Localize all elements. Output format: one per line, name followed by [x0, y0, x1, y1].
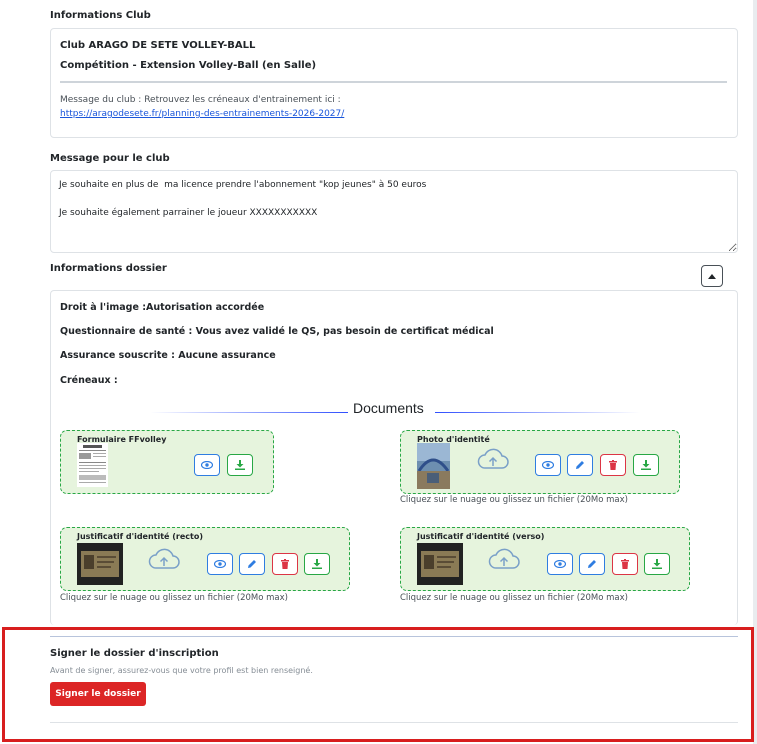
id-card-thumbnail-icon: [417, 543, 463, 585]
club-info-card: Club ARAGO DE SETE VOLLEY-BALL Compétiti…: [50, 28, 738, 138]
pencil-icon: [588, 560, 596, 568]
download-button[interactable]: [227, 454, 253, 476]
eye-icon: [542, 461, 554, 469]
form-thumbnail-icon: [77, 443, 108, 487]
view-button[interactable]: [194, 454, 220, 476]
edit-button[interactable]: [579, 553, 605, 575]
delete-button[interactable]: [272, 553, 298, 575]
club-planning-link[interactable]: https://aragodesete.fr/planning-des-entr…: [60, 109, 344, 119]
document-id-photo[interactable]: Photo d'identité: [400, 430, 680, 494]
documents-line-right: [435, 412, 640, 413]
club-name: Club ARAGO DE SETE VOLLEY-BALL: [60, 40, 256, 51]
trash-icon: [609, 460, 617, 470]
eye-icon: [201, 461, 213, 469]
download-icon: [235, 460, 245, 470]
dossier-info-label: Informations dossier: [50, 263, 167, 274]
eye-icon: [214, 560, 226, 568]
upload-cloud-icon[interactable]: [487, 548, 521, 572]
upload-help-text: Cliquez sur le nuage ou glissez un fichi…: [60, 593, 288, 603]
collapse-button[interactable]: [701, 265, 723, 287]
document-ffvolley-form[interactable]: Formulaire FFvolley: [60, 430, 274, 494]
sign-dossier-button[interactable]: Signer le dossier: [50, 682, 146, 706]
chevron-up-icon: [708, 273, 716, 279]
slots-text: Créneaux :: [60, 375, 118, 386]
download-icon: [312, 559, 322, 569]
download-icon: [652, 559, 662, 569]
club-competition: Compétition - Extension Volley-Ball (en …: [60, 60, 317, 71]
document-name: Justificatif d'identité (recto): [77, 532, 204, 541]
download-icon: [641, 460, 651, 470]
trash-icon: [281, 559, 289, 569]
club-message-textarea[interactable]: [50, 170, 738, 253]
download-button[interactable]: [644, 553, 670, 575]
upload-cloud-icon[interactable]: [476, 448, 510, 472]
eye-icon: [554, 560, 566, 568]
pencil-icon: [248, 560, 256, 568]
club-message-text: Message du club : Retrouvez les créneaux…: [60, 95, 341, 105]
download-button[interactable]: [304, 553, 330, 575]
health-questionnaire-text: Questionnaire de santé : Vous avez valid…: [60, 326, 494, 337]
id-card-thumbnail-icon: [77, 543, 123, 585]
view-button[interactable]: [547, 553, 573, 575]
signature-bottom-divider: [50, 722, 738, 723]
upload-help-text: Cliquez sur le nuage ou glissez un fichi…: [400, 593, 628, 603]
document-id-back[interactable]: Justificatif d'identité (verso): [400, 527, 690, 591]
documents-heading: Documents: [150, 398, 640, 418]
view-button[interactable]: [207, 553, 233, 575]
insurance-text: Assurance souscrite : Aucune assurance: [60, 350, 276, 361]
document-name: Justificatif d'identité (verso): [417, 532, 545, 541]
delete-button[interactable]: [600, 454, 626, 476]
document-id-front[interactable]: Justificatif d'identité (recto): [60, 527, 350, 591]
view-button[interactable]: [535, 454, 561, 476]
club-info-divider: [60, 81, 727, 83]
upload-help-text: Cliquez sur le nuage ou glissez un fichi…: [400, 495, 628, 505]
download-button[interactable]: [633, 454, 659, 476]
delete-button[interactable]: [612, 553, 638, 575]
club-message-label: Message pour le club: [50, 153, 170, 164]
photo-thumbnail-icon: [417, 443, 450, 489]
signature-title: Signer le dossier d'inscription: [50, 648, 219, 659]
trash-icon: [621, 559, 629, 569]
image-rights-text: Droit à l'image :Autorisation accordée: [60, 302, 265, 313]
club-info-label: Informations Club: [50, 10, 151, 21]
documents-title: Documents: [353, 400, 424, 416]
pencil-icon: [576, 461, 584, 469]
upload-cloud-icon[interactable]: [147, 548, 181, 572]
edit-button[interactable]: [567, 454, 593, 476]
edit-button[interactable]: [239, 553, 265, 575]
documents-line-left: [150, 412, 348, 413]
signature-subtitle: Avant de signer, assurez-vous que votre …: [50, 666, 313, 675]
